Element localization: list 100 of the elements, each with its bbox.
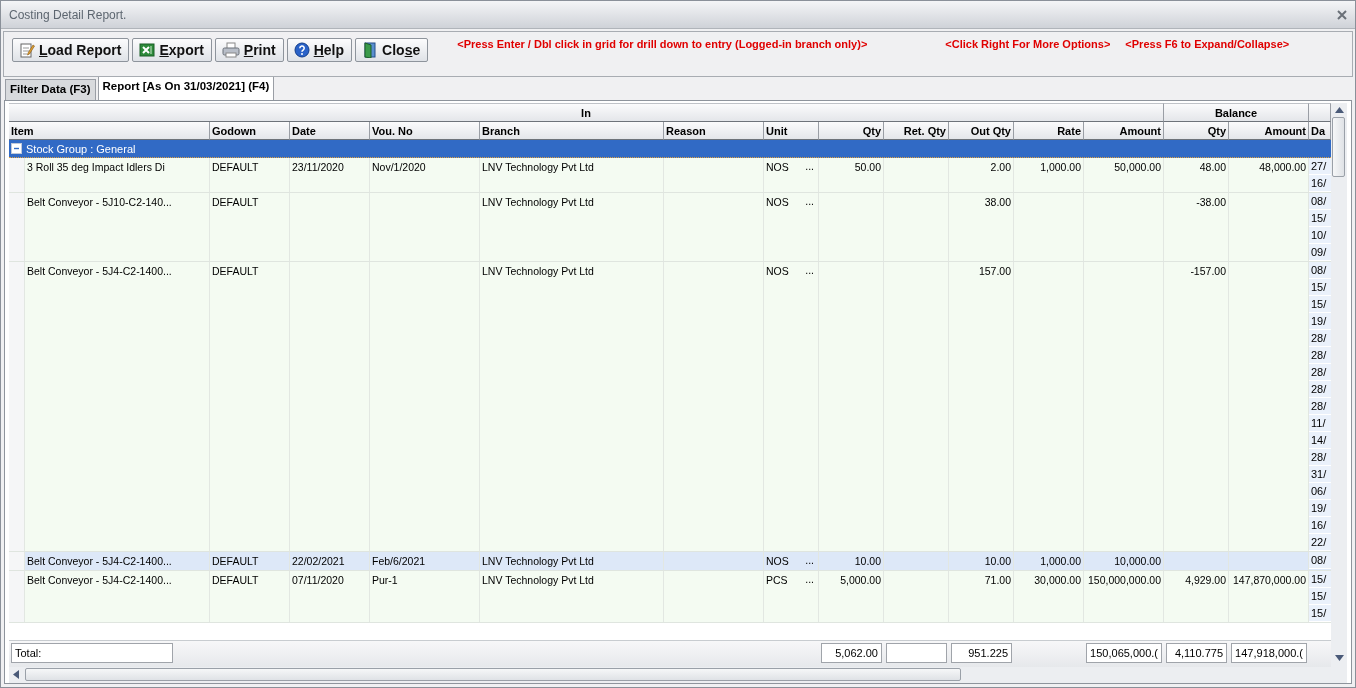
table-cell: 150,000,000.00 (1088, 574, 1161, 586)
minus-icon[interactable] (11, 143, 22, 154)
table-cell: NOS (766, 265, 789, 277)
table-cell: DEFAULT (212, 574, 259, 586)
column-header[interactable]: Reason (664, 122, 764, 140)
close-button[interactable]: Close (355, 38, 429, 62)
table-cell: 2.00 (990, 161, 1011, 173)
table-cell: 5,000.00 (840, 574, 881, 586)
column-header[interactable]: Rate (1014, 122, 1084, 140)
table-cell: 48.00 (1199, 161, 1226, 173)
horizontal-scrollbar[interactable] (9, 667, 1331, 683)
scroll-thumb[interactable] (25, 668, 961, 681)
table-cell: Nov/1/2020 (372, 161, 426, 173)
table-cell: 15/ (1309, 210, 1331, 227)
table-cell: 10/ (1309, 227, 1331, 244)
column-header[interactable]: Branch (480, 122, 664, 140)
notepad-pencil-icon (19, 42, 35, 58)
tab[interactable]: Report [As On 31/03/2021] (F4) (97, 76, 275, 100)
table-cell: 19/ (1309, 500, 1331, 517)
table-cell: LNV Technology Pvt Ltd (482, 555, 594, 567)
table-cell: Belt Conveyor - 5J4-C2-1400... (27, 265, 172, 277)
hint-text: <Press Enter / Dbl click in grid for drill down to entry (Logged-in branch only)> (457, 38, 868, 50)
table-cell: 3 Roll 35 deg Impact Idlers Di (27, 161, 165, 173)
table-cell: 31/ (1309, 466, 1331, 483)
table-cell: NOS (766, 196, 789, 208)
table-row[interactable]: Belt Conveyor - 5J10-C2-140... DEFAULT LNV Technology Pvt Ltd NOS ... 38.00 -38.00 08/ 15/ 10/ 09/ (9, 193, 1331, 262)
table-cell: LNV Technology Pvt Ltd (482, 574, 594, 586)
table-cell: 15/ (1309, 296, 1331, 313)
table-cell: NOS (766, 161, 789, 173)
group-row[interactable]: Stock Group : General (9, 140, 1331, 158)
table-cell: 28/ (1309, 347, 1331, 364)
table-cell: -38.00 (1196, 196, 1226, 208)
ellipsis-button[interactable]: ... (803, 555, 816, 566)
close-icon[interactable] (1337, 9, 1347, 20)
column-header[interactable]: Item (9, 122, 210, 140)
ellipsis-button[interactable]: ... (803, 196, 816, 207)
table-cell: 1,000.00 (1040, 555, 1081, 567)
column-header[interactable]: Ret. Qty (884, 122, 949, 140)
table-cell: 08/ (1309, 262, 1331, 279)
table-row[interactable]: Belt Conveyor - 5J4-C2-1400... DEFAULT 22/02/2021 Feb/6/2021 LNV Technology Pvt Ltd NOS ... 10.00 10.00 1,000.00 10,000.00 08/ (9, 552, 1331, 571)
table-cell: 71.00 (984, 574, 1011, 586)
scroll-thumb[interactable] (1332, 117, 1345, 177)
column-header[interactable]: Qty (819, 122, 884, 140)
table-row[interactable]: Belt Conveyor - 5J4-C2-1400... DEFAULT LNV Technology Pvt Ltd NOS ... 157.00 -157.00 08/ 15/ 15/ 19/ 28/ 28/ 28/ 28/ 28/ 11/ 14/ 28/ 31/ 06/ 19/ 16/ 22/ (9, 262, 1331, 552)
column-header[interactable]: Da (1309, 122, 1331, 140)
window-title: Costing Detail Report. (9, 7, 127, 22)
export-button[interactable]: Export (132, 38, 212, 62)
table-cell: 50.00 (854, 161, 881, 173)
scroll-left-icon[interactable] (13, 670, 19, 679)
column-header[interactable]: Amount (1084, 122, 1164, 140)
table-cell: 06/ (1309, 483, 1331, 500)
table-cell: LNV Technology Pvt Ltd (482, 161, 594, 173)
column-header[interactable]: Amount (1229, 122, 1309, 140)
print-button[interactable]: Print (214, 38, 284, 62)
table-cell: 11/ (1309, 415, 1331, 432)
ellipsis-button[interactable]: ... (803, 574, 816, 585)
ellipsis-button[interactable]: ... (803, 265, 816, 276)
table-cell: NOS (766, 555, 789, 567)
scroll-up-icon[interactable] (1334, 107, 1344, 113)
total-field: 4,110.775 (1166, 643, 1227, 663)
column-header[interactable]: Unit (764, 122, 819, 140)
vertical-scrollbar[interactable] (1331, 103, 1347, 683)
table-cell: LNV Technology Pvt Ltd (482, 196, 594, 208)
table-row[interactable]: 3 Roll 35 deg Impact Idlers Di DEFAULT 23/11/2020 Nov/1/2020 LNV Technology Pvt Ltd NOS ... 50.00 2.00 1,000.00 50,000.00 48.00 48,000.00 27/ 16/ (9, 158, 1331, 193)
group-label: Stock Group : General (26, 142, 136, 155)
table-cell: DEFAULT (212, 555, 259, 567)
column-header[interactable]: Qty (1164, 122, 1229, 140)
table-cell: -157.00 (1190, 265, 1226, 277)
table-cell: Belt Conveyor - 5J4-C2-1400... (27, 574, 172, 586)
table-cell: 38.00 (984, 196, 1011, 208)
table-cell: 09/ (1309, 244, 1331, 261)
scroll-down-icon[interactable] (1334, 655, 1344, 661)
total-field: 5,062.00 (821, 643, 882, 663)
table-cell: 15/ (1309, 605, 1331, 622)
column-group-header: Balance (1164, 103, 1309, 122)
total-field (886, 643, 947, 663)
table-cell: 10,000.00 (1114, 555, 1161, 567)
table-cell: 1,000.00 (1040, 161, 1081, 173)
table-cell: LNV Technology Pvt Ltd (482, 265, 594, 277)
column-group-header: In (9, 103, 1164, 122)
column-header[interactable]: Godown (210, 122, 290, 140)
total-field: 147,918,000.( (1231, 643, 1307, 663)
ellipsis-button[interactable]: ... (803, 161, 816, 172)
table-row[interactable]: Belt Conveyor - 5J4-C2-1400... DEFAULT 07/11/2020 Pur-1 LNV Technology Pvt Ltd PCS ... 5,000.00 71.00 30,000.00 150,000,000.00 4,929.00 147,870,000.00 15/ 15/ 15/ (9, 571, 1331, 623)
table-cell: 28/ (1309, 449, 1331, 466)
load-button[interactable]: Load Report (12, 38, 130, 62)
tab[interactable]: Filter Data (F3) (5, 79, 96, 100)
table-cell: 15/ (1309, 588, 1331, 605)
table-cell: 10.00 (984, 555, 1011, 567)
table-cell: Feb/6/2021 (372, 555, 426, 567)
column-header[interactable]: Vou. No (370, 122, 480, 140)
table-cell: 19/ (1309, 313, 1331, 330)
column-header[interactable]: Date (290, 122, 370, 140)
help-button[interactable]: Help (286, 38, 353, 62)
table-cell: Belt Conveyor - 5J10-C2-140... (27, 196, 172, 208)
table-cell: 28/ (1309, 364, 1331, 381)
table-cell: PCS (766, 574, 788, 586)
table-cell: 28/ (1309, 381, 1331, 398)
table-cell: 157.00 (978, 265, 1011, 277)
column-header[interactable]: Out Qty (949, 122, 1014, 140)
